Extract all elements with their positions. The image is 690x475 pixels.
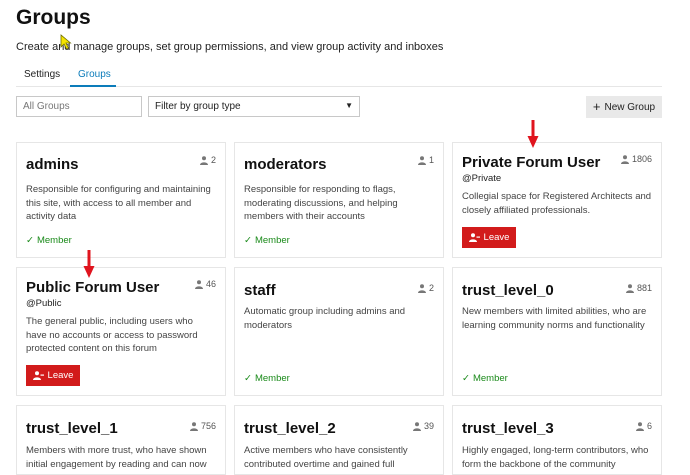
tab-settings[interactable]: Settings — [24, 69, 60, 80]
group-description: Automatic group including admins and mod… — [244, 306, 406, 331]
group-description: Highly engaged, long-term contributors, … — [462, 445, 649, 470]
member-count: 39 — [412, 421, 434, 431]
page-description: Create and manage groups, set group perm… — [16, 41, 444, 53]
group-description: New members with limited abilities, who … — [462, 306, 647, 331]
group-search-input[interactable] — [16, 96, 142, 117]
member-count: 1806 — [620, 154, 652, 164]
user-icon — [620, 154, 629, 164]
group-name: trust_level_0 — [462, 282, 554, 299]
group-card-admins[interactable]: admins 2 Responsible for configuring and… — [16, 142, 226, 258]
annotation-arrow-icon — [527, 120, 539, 148]
member-count: 6 — [635, 421, 652, 431]
user-minus-icon — [468, 233, 480, 242]
user-icon — [625, 283, 634, 293]
group-description: Responsible for configuring and maintain… — [26, 184, 211, 222]
annotation-arrow-icon — [83, 250, 95, 278]
leave-group-button[interactable]: Leave — [26, 365, 80, 386]
plus-icon: + — [592, 99, 601, 114]
group-handle: @Private — [462, 173, 502, 184]
user-icon — [417, 283, 426, 293]
member-count: 881 — [625, 283, 652, 293]
check-icon: ✓ — [244, 373, 252, 384]
check-icon: ✓ — [462, 373, 470, 384]
group-description: Collegial space for Registered Architect… — [462, 191, 652, 216]
group-name: staff — [244, 282, 276, 299]
member-count: 46 — [194, 279, 216, 289]
tab-groups[interactable]: Groups — [78, 69, 111, 80]
group-type-filter[interactable]: Filter by group type ▼ — [148, 96, 360, 117]
user-minus-icon — [32, 371, 44, 380]
group-name: Public Forum User — [26, 279, 160, 296]
new-group-button[interactable]: + New Group — [586, 96, 662, 118]
member-count: 2 — [199, 155, 216, 165]
group-name: trust_level_3 — [462, 420, 554, 437]
group-description: Active members who have consistently con… — [244, 445, 408, 470]
filter-label: Filter by group type — [155, 101, 241, 112]
member-status: ✓ Member — [26, 235, 72, 246]
member-count: 756 — [189, 421, 216, 431]
user-icon — [412, 421, 421, 431]
group-handle: @Public — [26, 298, 62, 309]
group-description: The general public, including users who … — [26, 316, 198, 354]
group-name: trust_level_1 — [26, 420, 118, 437]
user-icon — [417, 155, 426, 165]
group-description: Responsible for responding to flags, mod… — [244, 184, 398, 222]
user-icon — [635, 421, 644, 431]
mouse-cursor-icon — [60, 34, 72, 50]
user-icon — [199, 155, 208, 165]
caret-down-icon: ▼ — [345, 101, 353, 110]
member-status: ✓ Member — [462, 373, 508, 384]
user-icon — [189, 421, 198, 431]
check-icon: ✓ — [26, 235, 34, 246]
new-group-label: New Group — [604, 101, 656, 113]
group-card-public-forum-user[interactable]: Public Forum User @Public 46 The general… — [16, 267, 226, 396]
group-card-private-forum-user[interactable]: Private Forum User @Private 1806 Collegi… — [452, 142, 662, 258]
group-name: Private Forum User — [462, 154, 601, 171]
tab-bar: Settings Groups — [16, 64, 662, 87]
check-icon: ✓ — [244, 235, 252, 246]
group-name: moderators — [244, 156, 327, 173]
member-status: ✓ Member — [244, 373, 290, 384]
member-status: ✓ Member — [244, 235, 290, 246]
group-card-moderators[interactable]: moderators 1 Responsible for responding … — [234, 142, 444, 258]
group-card-staff[interactable]: staff 2 Automatic group including admins… — [234, 267, 444, 396]
group-card-trust-level-0[interactable]: trust_level_0 881 New members with limit… — [452, 267, 662, 396]
member-count: 1 — [417, 155, 434, 165]
user-icon — [194, 279, 203, 289]
group-description: Members with more trust, who have shown … — [26, 445, 207, 470]
leave-group-button[interactable]: Leave — [462, 227, 516, 248]
page-title: Groups — [16, 6, 91, 29]
group-name: admins — [26, 156, 79, 173]
member-count: 2 — [417, 283, 434, 293]
group-name: trust_level_2 — [244, 420, 336, 437]
active-tab-indicator — [70, 85, 116, 87]
